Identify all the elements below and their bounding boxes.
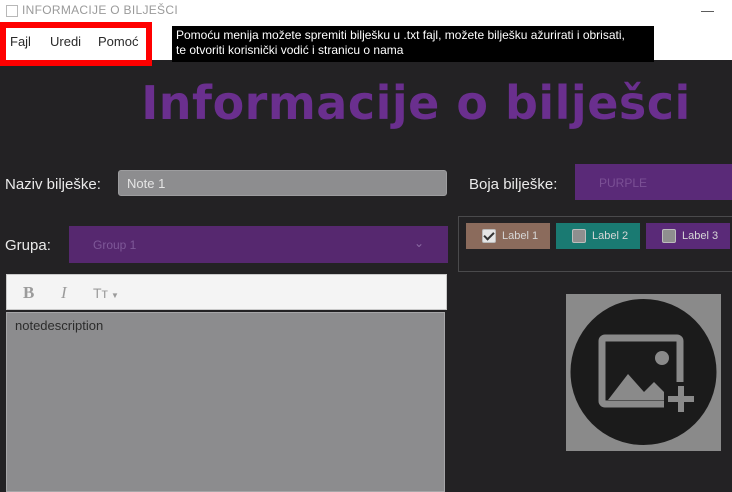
font-size-button[interactable]: Tт ▼	[93, 285, 119, 301]
title-bar: INFORMACIJE O BILJEŠCI —	[0, 0, 732, 24]
note-color-label: Boja bilješke:	[469, 176, 558, 193]
checkbox-icon	[482, 229, 496, 243]
page-title: Informacije o bilješci	[141, 76, 691, 130]
window-title: INFORMACIJE O BILJEŠCI	[22, 3, 178, 17]
label-1-checkbox[interactable]: Label 1	[466, 223, 550, 249]
label-3-text: Label 3	[682, 230, 719, 242]
label-3-checkbox[interactable]: Label 3	[646, 223, 730, 249]
label-1-text: Label 1	[502, 230, 539, 242]
bold-button[interactable]: B	[23, 283, 34, 303]
app-icon	[6, 5, 18, 17]
minimize-button[interactable]: —	[701, 3, 714, 18]
note-name-label: Naziv bilješke:	[5, 176, 101, 193]
note-description-editor[interactable]: notedescription	[6, 312, 445, 492]
note-color-select[interactable]: PURPLE	[575, 164, 732, 200]
add-image-icon	[570, 299, 717, 445]
chevron-down-icon: ▼	[110, 291, 119, 300]
help-tooltip: Pomoću menija možete spremiti bilješku u…	[172, 26, 654, 62]
group-select[interactable]: Group 1 ⌄	[69, 226, 448, 263]
group-select-value: Group 1	[93, 238, 137, 252]
label-2-text: Label 2	[592, 230, 629, 242]
editor-toolbar: B I Tт ▼	[6, 274, 447, 310]
menu-highlight-box	[0, 22, 152, 66]
group-label: Grupa:	[5, 237, 51, 254]
font-size-icon: Tт	[93, 285, 108, 301]
tooltip-line-1: Pomoću menija možete spremiti bilješku u…	[176, 28, 625, 42]
italic-button[interactable]: I	[61, 283, 67, 303]
note-color-value: PURPLE	[599, 176, 648, 190]
label-2-checkbox[interactable]: Label 2	[556, 223, 640, 249]
checkbox-icon	[572, 229, 586, 243]
checkbox-icon	[662, 229, 676, 243]
note-name-input[interactable]	[118, 170, 447, 196]
chevron-down-icon: ⌄	[413, 236, 424, 250]
tooltip-line-2: te otvoriti korisnički vodić i stranicu …	[176, 43, 404, 57]
add-image-button[interactable]	[566, 294, 721, 451]
